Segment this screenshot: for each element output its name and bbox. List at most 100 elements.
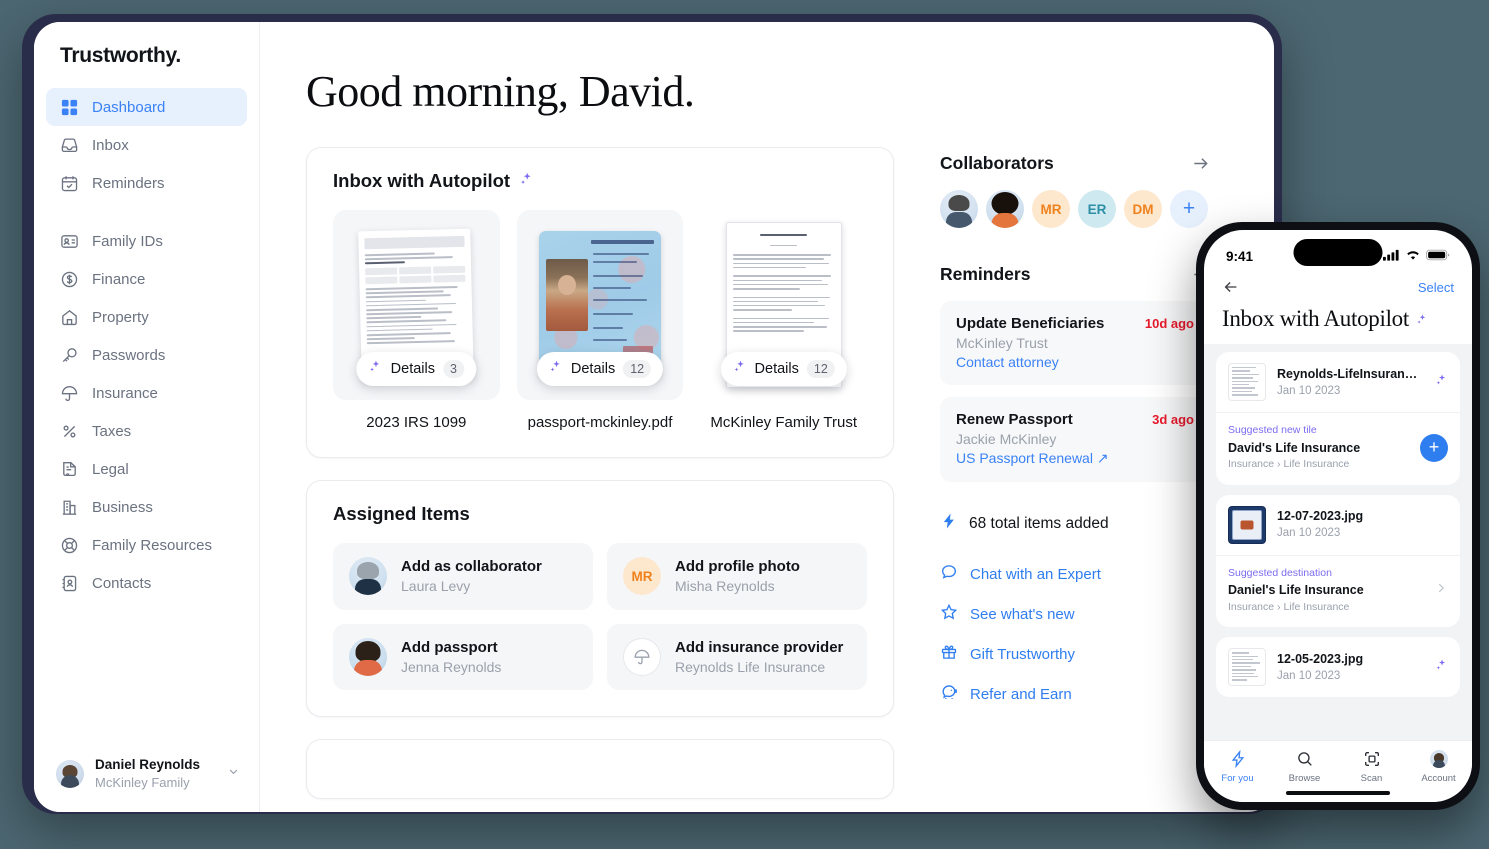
- assigned-item[interactable]: MR Add profile photo Misha Reynolds: [607, 543, 867, 610]
- tile-filename: passport-mckinley.pdf: [527, 414, 673, 431]
- phone-suggestion-row[interactable]: Suggested destination Daniel's Life Insu…: [1216, 554, 1460, 628]
- assigned-item-title: Add insurance provider: [675, 638, 844, 656]
- chevron-right-icon[interactable]: [1434, 581, 1448, 600]
- main-content: Good morning, David. Inbox with Autopilo…: [260, 22, 1274, 812]
- assigned-item-text: Add insurance provider Reynolds Life Ins…: [675, 637, 843, 678]
- tab-for-you[interactable]: For you: [1204, 749, 1271, 784]
- sidebar-nav: Dashboard Inbox Reminders Family IDs Fin…: [34, 88, 259, 602]
- phone-title-text: Inbox with Autopilot: [1222, 306, 1409, 331]
- phone-file-name: Reynolds-LifeInsurance.pdf: [1277, 366, 1423, 381]
- sidebar-item-family-resources[interactable]: Family Resources: [46, 526, 247, 564]
- collaborator-avatar-initials[interactable]: MR: [1032, 190, 1070, 228]
- tile-filename: McKinley Family Trust: [710, 414, 858, 431]
- sidebar-item-label: Family Resources: [92, 536, 213, 554]
- tab-browse[interactable]: Browse: [1271, 749, 1338, 784]
- phone-suggestion-path: Insurance › Life Insurance: [1228, 457, 1350, 470]
- details-button[interactable]: Details 12: [536, 352, 664, 386]
- calendar-check-icon: [60, 174, 79, 193]
- tab-label: Account: [1421, 773, 1456, 784]
- document-tile[interactable]: Details 12 passport-mckinley.pdf: [516, 210, 684, 431]
- user-meta: Daniel Reynolds McKinley Family: [95, 756, 215, 792]
- collaborators-avatars: MR ER DM +: [940, 190, 1210, 228]
- assigned-items-card: Assigned Items Add as collaborator Laura…: [306, 480, 894, 718]
- sparkle-icon: [1415, 306, 1428, 332]
- sidebar-item-family-ids[interactable]: Family IDs: [46, 222, 247, 260]
- wifi-icon: [1405, 249, 1421, 264]
- quick-link-label: Gift Trustworthy: [970, 645, 1076, 663]
- certificate-thumbnail: [1228, 505, 1266, 544]
- phone-file-row[interactable]: Reynolds-LifeInsurance.pdf Jan 10 2023: [1216, 352, 1460, 412]
- sidebar-item-passwords[interactable]: Passwords: [46, 336, 247, 374]
- tile-filename: 2023 IRS 1099: [366, 414, 467, 431]
- sidebar-item-taxes[interactable]: Taxes: [46, 412, 247, 450]
- quick-link-label: Refer and Earn: [970, 685, 1072, 703]
- assigned-item-text: Add profile photo Misha Reynolds: [675, 556, 800, 597]
- collaborator-avatar-initials[interactable]: DM: [1124, 190, 1162, 228]
- sidebar-item-label: Reminders: [92, 174, 165, 192]
- sparkle-icon[interactable]: [1434, 373, 1448, 392]
- quick-link-see-whats-new[interactable]: See what's new: [940, 603, 1210, 625]
- tab-label: Scan: [1360, 773, 1383, 784]
- phone-suggestion-row[interactable]: Suggested new tile David's Life Insuranc…: [1216, 412, 1460, 485]
- sidebar-item-reminders[interactable]: Reminders: [46, 164, 247, 202]
- reminder-item[interactable]: Renew Passport 3d ago Jackie McKinley US…: [940, 397, 1210, 482]
- sidebar-item-label: Passwords: [92, 346, 166, 364]
- sidebar-item-label: Contacts: [92, 574, 152, 592]
- phone-file-row[interactable]: 12-07-2023.jpg Jan 10 2023: [1216, 495, 1460, 555]
- back-arrow-icon[interactable]: [1222, 278, 1240, 296]
- collaborator-avatar[interactable]: [986, 190, 1024, 228]
- sidebar-item-label: Family IDs: [92, 232, 163, 250]
- document-tile[interactable]: Details 3 2023 IRS 1099: [333, 210, 500, 431]
- sparkle-icon[interactable]: [1434, 658, 1448, 677]
- assigned-items-grid: Add as collaborator Laura Levy MR Add pr…: [333, 543, 867, 691]
- phone-inbox-card[interactable]: 12-05-2023.jpg Jan 10 2023: [1216, 637, 1460, 698]
- sidebar-item-property[interactable]: Property: [46, 298, 247, 336]
- details-button[interactable]: Details 3: [356, 352, 476, 386]
- quick-link-refer-and-earn[interactable]: Refer and Earn: [940, 683, 1210, 705]
- user-profile-button[interactable]: Daniel Reynolds McKinley Family: [34, 744, 259, 812]
- assigned-item[interactable]: Add passport Jenna Reynolds: [333, 623, 593, 691]
- sidebar-item-dashboard[interactable]: Dashboard: [46, 88, 247, 126]
- sidebar-item-label: Taxes: [92, 422, 132, 440]
- sidebar-item-legal[interactable]: Legal: [46, 450, 247, 488]
- select-button[interactable]: Select: [1418, 280, 1454, 295]
- document-tile[interactable]: Details 12 McKinley Family Trust: [700, 210, 867, 431]
- add-collaborator-button[interactable]: +: [1170, 190, 1208, 228]
- phone-file-row[interactable]: 12-05-2023.jpg Jan 10 2023: [1216, 637, 1460, 697]
- home-indicator: [1286, 791, 1390, 795]
- phone-inbox-card[interactable]: Reynolds-LifeInsurance.pdf Jan 10 2023 S…: [1216, 352, 1460, 485]
- sparkle-icon: [368, 359, 383, 379]
- phone-inbox-card[interactable]: 12-07-2023.jpg Jan 10 2023 Suggested des…: [1216, 494, 1460, 628]
- tile-thumbnail: Details 12: [516, 210, 684, 400]
- tab-scan[interactable]: Scan: [1338, 749, 1405, 784]
- quick-link-gift-trustworthy[interactable]: Gift Trustworthy: [940, 643, 1210, 665]
- arrow-right-icon[interactable]: [1191, 154, 1210, 173]
- phone-screen: 9:41 Select Inbox with Autopilot Reynold…: [1204, 230, 1472, 802]
- assigned-item[interactable]: Add insurance provider Reynolds Life Ins…: [607, 623, 867, 691]
- reminder-title: Update Beneficiaries: [956, 315, 1105, 332]
- contact-book-icon: [60, 574, 79, 593]
- assigned-item[interactable]: Add as collaborator Laura Levy: [333, 543, 593, 610]
- quick-link-chat-with-expert[interactable]: Chat with an Expert: [940, 563, 1210, 585]
- tab-account[interactable]: Account: [1405, 749, 1472, 784]
- collaborator-avatar[interactable]: [940, 190, 978, 228]
- status-indicators: [1383, 249, 1450, 264]
- chevron-down-icon[interactable]: [226, 764, 241, 784]
- reminder-link[interactable]: Contact attorney: [956, 354, 1194, 370]
- sidebar-item-finance[interactable]: Finance: [46, 260, 247, 298]
- status-time: 9:41: [1226, 248, 1254, 264]
- details-count: 3: [442, 360, 464, 378]
- sidebar-item-business[interactable]: Business: [46, 488, 247, 526]
- details-count: 12: [806, 360, 835, 378]
- collaborators-header: Collaborators: [940, 153, 1210, 174]
- sidebar-item-insurance[interactable]: Insurance: [46, 374, 247, 412]
- content-columns: Inbox with Autopilot Details 3 2023 IRS …: [306, 147, 1274, 812]
- sidebar-item-inbox[interactable]: Inbox: [46, 126, 247, 164]
- collaborator-avatar-initials[interactable]: ER: [1078, 190, 1116, 228]
- reminder-link[interactable]: US Passport Renewal ↗: [956, 450, 1194, 467]
- sidebar-item-contacts[interactable]: Contacts: [46, 564, 247, 602]
- details-button[interactable]: Details 12: [720, 352, 847, 386]
- document-thumbnail: [1228, 363, 1266, 401]
- plus-button[interactable]: +: [1420, 433, 1448, 462]
- reminder-item[interactable]: Update Beneficiaries 10d ago McKinley Tr…: [940, 301, 1210, 385]
